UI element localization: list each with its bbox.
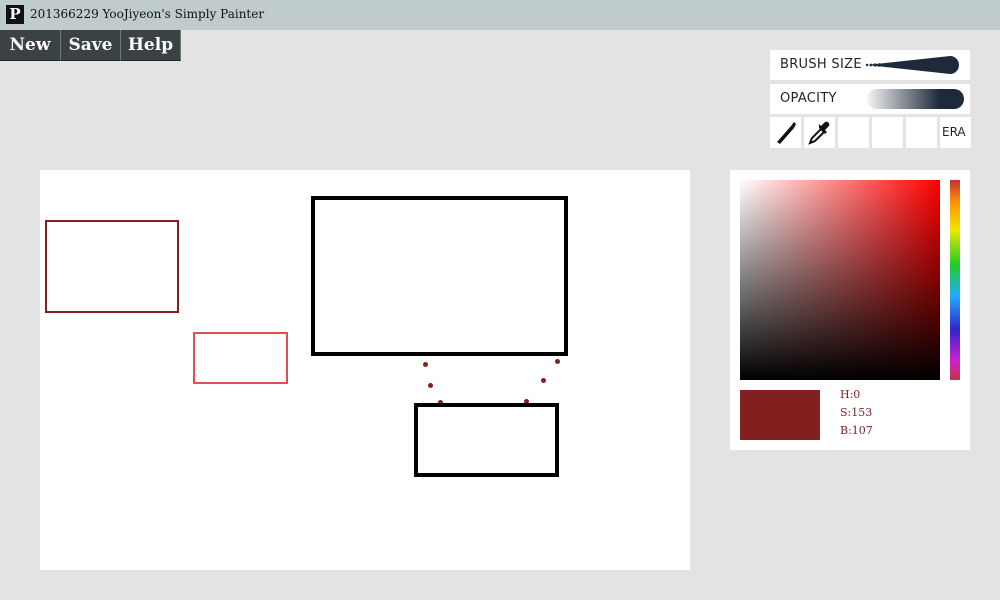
window-title: 201366229 YooJiyeon's Simply Painter [30,7,265,21]
brush-tool-button[interactable] [770,117,801,148]
rectangle-shape [311,196,568,356]
paint-dot [428,383,433,388]
saturation-brightness-picker[interactable] [740,180,940,380]
saturation-value: S:153 [840,406,873,419]
paint-dot [423,362,428,367]
eyedropper-icon [808,121,830,145]
brightness-value: B:107 [840,424,873,437]
app-icon: P [6,5,24,24]
paint-dot [541,378,546,383]
brush-size-label: BRUSH SIZE [780,57,862,72]
opacity-row: OPACITY [770,84,970,114]
eraser-tool-button[interactable]: ERA [940,117,971,148]
save-button[interactable]: Save [61,30,121,61]
selected-color-swatch [740,390,820,440]
rectangle-shape [193,332,288,384]
brush-size-slider[interactable] [865,54,967,76]
help-button[interactable]: Help [121,30,181,61]
opacity-label: OPACITY [780,91,837,106]
opacity-slider[interactable] [867,89,964,109]
brush-icon [777,122,796,144]
brush-size-row: BRUSH SIZE [770,50,970,80]
eraser-label: ERA [942,125,966,139]
menu-bar: New Save Help [0,30,181,61]
hue-slider[interactable] [950,180,960,380]
title-bar: P 201366229 YooJiyeon's Simply Painter [0,0,1000,30]
new-button[interactable]: New [0,30,61,61]
tool-slot-2[interactable] [872,117,903,148]
drawing-canvas[interactable] [40,170,690,570]
tool-slot-1[interactable] [838,117,869,148]
paint-dot [555,359,560,364]
tool-slot-3[interactable] [906,117,937,148]
eyedropper-tool-button[interactable] [804,117,835,148]
hue-value: H:0 [840,388,861,401]
rectangle-shape [414,403,559,477]
rectangle-shape [45,220,179,313]
color-picker-panel: H:0 S:153 B:107 [730,170,970,450]
